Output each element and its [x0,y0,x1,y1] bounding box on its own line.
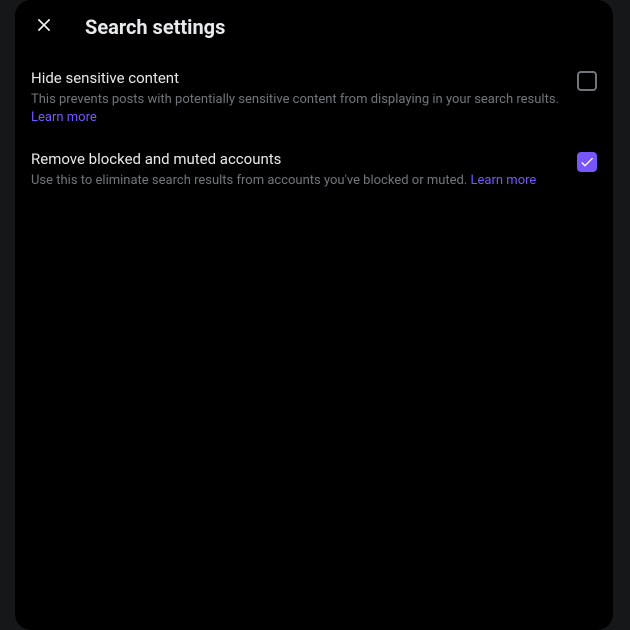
learn-more-link[interactable]: Learn more [471,173,537,188]
setting-description-text: This prevents posts with potentially sen… [31,92,559,107]
modal-title: Search settings [85,15,225,39]
setting-text: Hide sensitive content This prevents pos… [31,69,565,126]
setting-description-text: Use this to eliminate search results fro… [31,173,467,188]
setting-description: This prevents posts with potentially sen… [31,91,565,126]
learn-more-link[interactable]: Learn more [31,110,97,125]
setting-remove-blocked: Remove blocked and muted accounts Use th… [15,138,613,202]
close-icon [34,15,54,38]
checkbox-holder [577,69,597,91]
remove-blocked-checkbox[interactable] [577,152,597,172]
setting-hide-sensitive: Hide sensitive content This prevents pos… [15,57,613,138]
setting-description: Use this to eliminate search results fro… [31,172,565,190]
checkbox-holder [577,150,597,172]
hide-sensitive-checkbox[interactable] [577,71,597,91]
check-icon [579,154,595,170]
close-button[interactable] [27,10,61,44]
setting-text: Remove blocked and muted accounts Use th… [31,150,565,190]
settings-list: Hide sensitive content This prevents pos… [15,53,613,206]
setting-title: Remove blocked and muted accounts [31,150,565,168]
modal-header: Search settings [15,0,613,53]
search-settings-modal: Search settings Hide sensitive content T… [15,0,613,630]
setting-title: Hide sensitive content [31,69,565,87]
